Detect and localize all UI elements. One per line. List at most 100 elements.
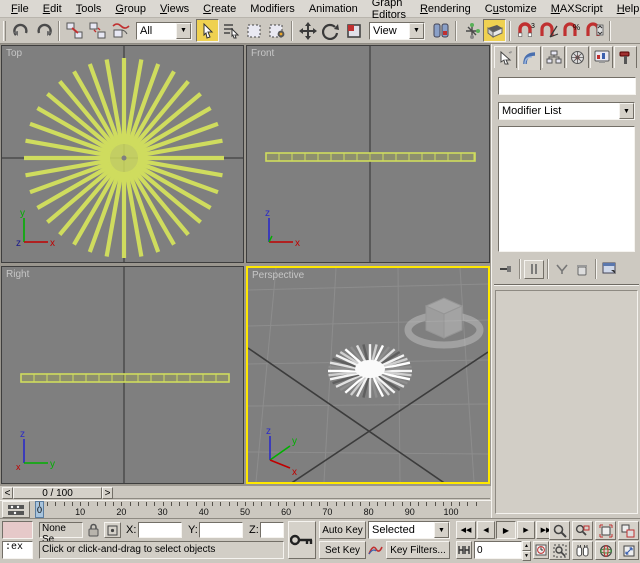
select-object-button[interactable] — [196, 19, 219, 42]
viewport-perspective-label[interactable]: Perspective — [252, 270, 304, 281]
menu-modifiers[interactable]: Modifiers — [243, 1, 302, 17]
menu-animation[interactable]: Animation — [302, 1, 365, 17]
zoom-extents-all-button[interactable] — [618, 521, 639, 540]
dropdown-arrow-icon[interactable]: ▼ — [176, 23, 191, 39]
selection-set-value: Selected — [369, 524, 434, 536]
use-pivot-point-center-button[interactable] — [429, 19, 452, 42]
reference-coordinate-system-dropdown[interactable]: View ▼ — [369, 22, 425, 40]
menu-help[interactable]: Help — [610, 1, 640, 17]
tab-display[interactable] — [590, 46, 613, 68]
rectangular-selection-region-button[interactable] — [242, 19, 265, 42]
z-coordinate-field[interactable] — [260, 522, 284, 538]
viewport-right-label[interactable]: Right — [6, 269, 29, 280]
viewport-perspective[interactable]: Perspective — [246, 266, 490, 484]
select-and-rotate-button[interactable] — [319, 19, 342, 42]
go-to-start-button[interactable]: ◀◀ — [456, 521, 476, 539]
snaps-toggle-button[interactable]: 3 — [514, 19, 537, 42]
absolute-offset-mode-toggle[interactable] — [104, 522, 121, 538]
angle-snap-toggle-button[interactable] — [537, 19, 560, 42]
prompt-line: Click or click-and-drag to select object… — [39, 541, 284, 559]
pan-view-button[interactable] — [572, 541, 593, 560]
pin-stack-button[interactable] — [496, 260, 516, 279]
y-coordinate-field[interactable] — [199, 522, 243, 538]
spinner-snap-toggle-button[interactable] — [583, 19, 606, 42]
track-bar[interactable]: 0 102030405060708090100 — [0, 500, 491, 518]
dropdown-arrow-icon[interactable]: ▼ — [619, 103, 634, 119]
dropdown-arrow-icon[interactable]: ▼ — [434, 522, 449, 538]
menu-maxscript[interactable]: MAXScript — [544, 1, 610, 17]
tab-modify[interactable] — [518, 46, 541, 70]
toolbar-grip[interactable] — [3, 21, 6, 41]
zoom-all-button[interactable] — [572, 521, 593, 540]
select-and-move-button[interactable] — [296, 19, 319, 42]
viewport-front-label[interactable]: Front — [251, 48, 274, 59]
configure-modifier-sets-button[interactable] — [600, 260, 620, 279]
menu-group[interactable]: Group — [108, 1, 153, 17]
tab-hierarchy[interactable] — [542, 46, 565, 68]
select-and-scale-button[interactable] — [342, 19, 365, 42]
show-end-result-button[interactable] — [524, 260, 544, 279]
spinner-down-icon[interactable]: ▼ — [522, 551, 531, 561]
set-key-button[interactable]: Set Key — [319, 541, 366, 559]
spinner-up-icon[interactable]: ▲ — [522, 541, 531, 551]
auto-key-button[interactable]: Auto Key — [319, 521, 366, 539]
maximize-viewport-toggle[interactable] — [618, 541, 639, 560]
bind-to-space-warp-button[interactable] — [109, 19, 132, 42]
modifier-stack-list[interactable] — [498, 126, 635, 252]
viewport-top[interactable]: Top y x z — [1, 45, 244, 263]
time-slider-prev-button[interactable]: < — [2, 487, 13, 499]
arc-rotate-button[interactable] — [595, 541, 616, 560]
select-and-manipulate-button[interactable] — [460, 19, 483, 42]
tab-create[interactable] — [494, 46, 517, 68]
tab-motion[interactable] — [566, 46, 589, 68]
macro-recorder-pane[interactable] — [2, 521, 33, 539]
menu-file[interactable]: File — [4, 1, 36, 17]
menu-customize[interactable]: Customize — [478, 1, 544, 17]
set-keys-button[interactable] — [288, 521, 316, 559]
redo-button[interactable] — [32, 19, 55, 42]
frame-spinner[interactable]: ▲ ▼ — [522, 541, 531, 559]
menu-create[interactable]: Create — [196, 1, 243, 17]
menu-edit[interactable]: Edit — [36, 1, 69, 17]
time-slider-handle[interactable]: 0 / 100 — [13, 487, 102, 499]
selection-lock-toggle[interactable] — [87, 523, 100, 540]
key-filters-button[interactable]: Key Filters... — [386, 541, 450, 559]
open-mini-curve-editor-button[interactable] — [2, 501, 30, 518]
maxscript-mini-listener[interactable]: :ex — [2, 541, 33, 559]
viewport-front[interactable]: Front z x — [246, 45, 490, 263]
viewport-right[interactable]: Right z y x — [1, 266, 244, 484]
make-unique-button[interactable] — [552, 260, 572, 279]
tab-utilities[interactable] — [614, 46, 637, 68]
percent-snap-toggle-button[interactable]: % — [560, 19, 583, 42]
viewcube-ghost[interactable] — [408, 298, 480, 345]
time-slider-next-button[interactable]: > — [102, 487, 113, 499]
previous-frame-button[interactable]: ◀ — [477, 521, 495, 539]
selection-set-dropdown[interactable]: Selected ▼ — [368, 521, 450, 539]
window-crossing-toggle-button[interactable] — [265, 19, 288, 42]
modifier-list-dropdown[interactable]: Modifier List ▼ — [498, 102, 635, 120]
zoom-extents-button[interactable] — [595, 521, 616, 540]
menu-rendering[interactable]: Rendering — [413, 1, 478, 17]
menu-views[interactable]: Views — [153, 1, 196, 17]
select-by-name-button[interactable] — [219, 19, 242, 42]
selection-filter-dropdown[interactable]: All ▼ — [136, 22, 192, 40]
next-frame-button[interactable]: ▶ — [517, 521, 535, 539]
remove-modifier-button[interactable] — [572, 260, 592, 279]
dropdown-arrow-icon[interactable]: ▼ — [409, 23, 424, 39]
zoom-button[interactable] — [549, 521, 570, 540]
menu-tools[interactable]: Tools — [69, 1, 109, 17]
time-configuration-button[interactable] — [533, 541, 549, 559]
default-tangent-button[interactable] — [368, 543, 383, 560]
select-and-link-button[interactable] — [63, 19, 86, 42]
current-frame-field[interactable] — [474, 541, 522, 559]
time-slider-track[interactable] — [113, 487, 490, 499]
unlink-selection-button[interactable] — [86, 19, 109, 42]
keyboard-shortcut-override-toggle[interactable] — [483, 19, 506, 42]
viewport-top-label[interactable]: Top — [6, 48, 22, 59]
x-coordinate-field[interactable] — [138, 522, 182, 538]
object-name-field[interactable] — [498, 77, 636, 95]
play-animation-button[interactable]: ▶ — [496, 521, 516, 539]
key-mode-toggle[interactable] — [456, 541, 472, 559]
zoom-region-button[interactable] — [549, 541, 570, 560]
undo-button[interactable] — [9, 19, 32, 42]
